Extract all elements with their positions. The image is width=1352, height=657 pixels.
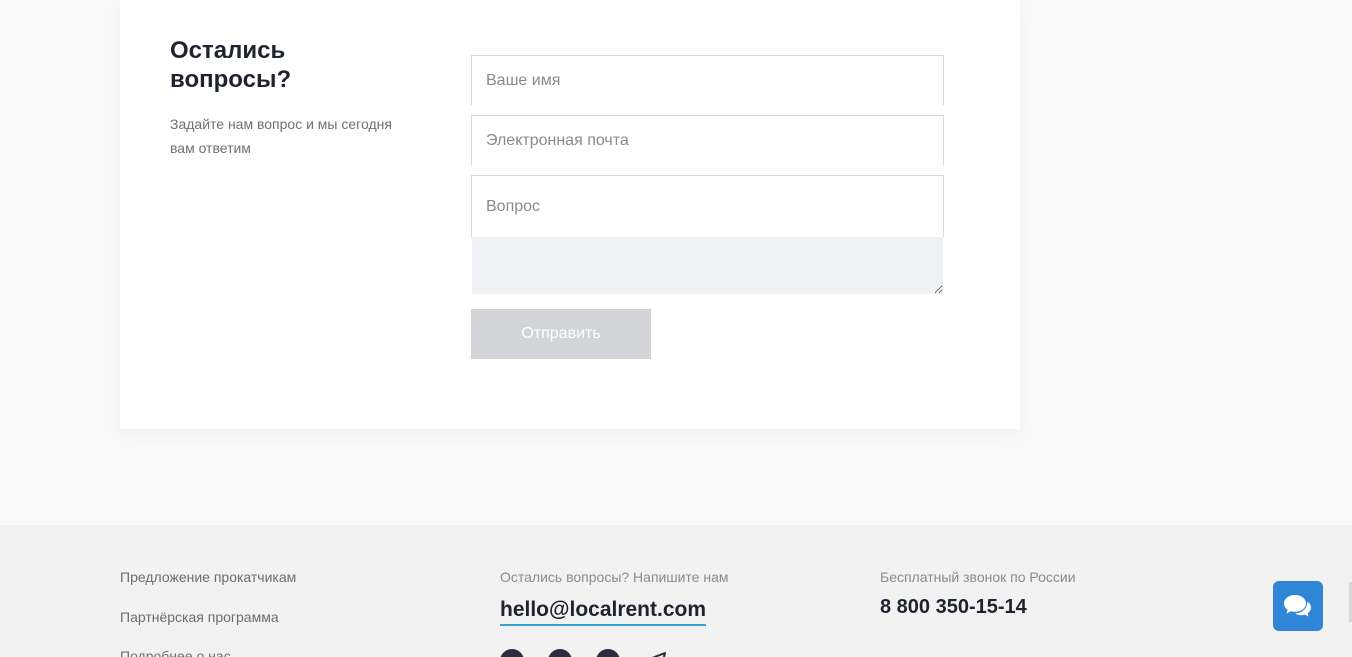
footer-email-link[interactable]: hello@localrent.com: [500, 598, 707, 626]
name-input[interactable]: [471, 55, 944, 105]
question-subtitle: Задайте нам вопрос и мы сегодня вам отве…: [170, 116, 392, 156]
footer: Предложение прокатчикам Партнёрская прог…: [0, 525, 1352, 657]
question-title: Остались вопросы?: [170, 37, 292, 93]
vk-icon[interactable]: [596, 649, 620, 657]
skype-icon[interactable]: [548, 649, 572, 657]
facebook-icon[interactable]: [500, 649, 524, 657]
chat-widget-button[interactable]: [1273, 581, 1323, 631]
page: Остались вопросы? Задайте нам вопрос и м…: [0, 0, 1352, 657]
question-label[interactable]: Вопрос: [471, 175, 944, 237]
phone-caption: Бесплатный звонок по России: [880, 569, 1076, 585]
mail-caption: Остались вопросы? Напишите нам: [500, 569, 729, 585]
footer-link-affiliate[interactable]: Партнёрская программа: [120, 609, 279, 625]
footer-phone-number[interactable]: 8 800 350-15-14: [880, 596, 1027, 619]
footer-link-partners[interactable]: Предложение прокатчикам: [120, 569, 296, 585]
email-input[interactable]: [471, 115, 944, 165]
chat-bubbles-icon: [1284, 595, 1311, 617]
question-card: Остались вопросы? Задайте нам вопрос и м…: [120, 0, 1020, 429]
footer-link-about[interactable]: Подробнее о нас: [120, 648, 231, 657]
social-icons: [500, 649, 692, 657]
telegram-icon[interactable]: [644, 649, 668, 657]
submit-button[interactable]: Отправить: [471, 309, 651, 359]
question-textarea[interactable]: [472, 237, 943, 294]
